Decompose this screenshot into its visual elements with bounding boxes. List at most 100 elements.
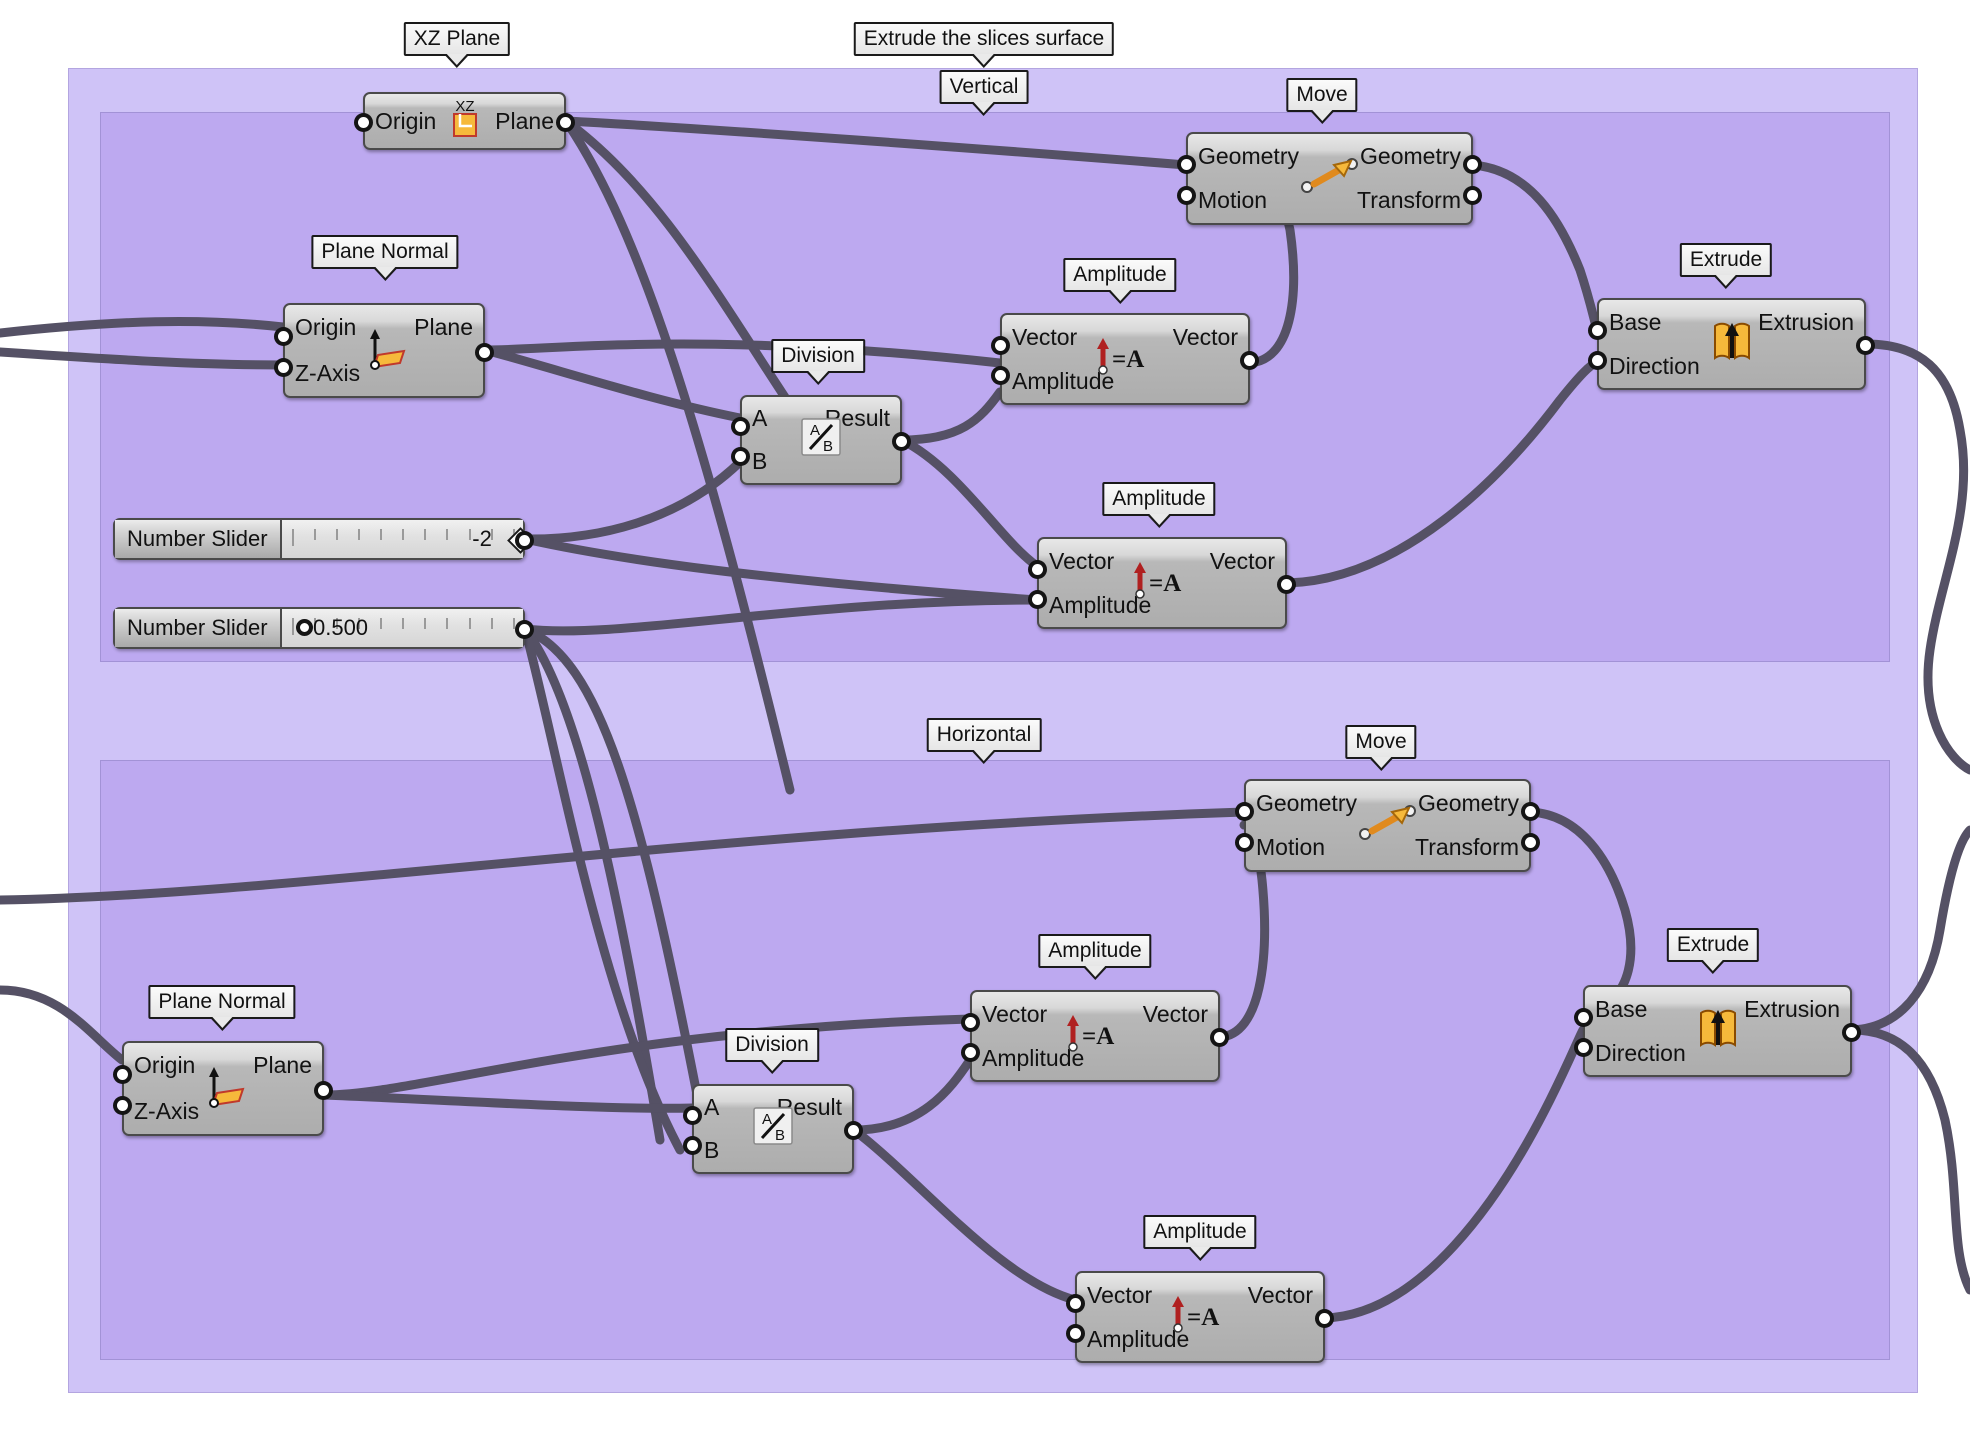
input-port[interactable] — [1066, 1293, 1085, 1313]
component-tag-amplitude-h1[interactable]: Amplitude — [1038, 934, 1152, 980]
component-extrude-bottom[interactable]: Base Extrusion Direction — [1574, 985, 1861, 1077]
tag-label: Vertical — [939, 70, 1029, 104]
input-port[interactable] — [113, 1064, 132, 1084]
svg-text:=A: =A — [1112, 346, 1144, 373]
component-tag-extrude-top[interactable]: Extrude — [1679, 243, 1773, 289]
tag-pointer — [443, 54, 470, 68]
input-port[interactable] — [1235, 802, 1254, 821]
component-tag-amplitude-h2[interactable]: Amplitude — [1143, 1215, 1257, 1261]
component-amplitude-v1[interactable]: Vector Vector Amplitude =A — [991, 313, 1259, 405]
input-port[interactable] — [1235, 833, 1254, 852]
output-port[interactable] — [1463, 186, 1482, 205]
input-label: Origin — [375, 107, 437, 134]
grasshopper-canvas[interactable]: Origin Plane XZ Origin Plane Z-Axis A Result… — [0, 0, 1970, 1448]
component-tag-plane-normal-bottom[interactable]: Plane Normal — [148, 985, 296, 1031]
input-port[interactable] — [274, 326, 293, 346]
output-port[interactable] — [1240, 351, 1259, 370]
component-tag-extrude-bottom[interactable]: Extrude — [1666, 928, 1760, 974]
input-port[interactable] — [991, 335, 1010, 355]
component-tag-xz-plane[interactable]: XZ Plane — [403, 22, 511, 68]
component-division-bottom[interactable]: A Result B A B — [683, 1084, 863, 1174]
component-tag-move-top[interactable]: Move — [1286, 78, 1358, 124]
component-tag-plane-normal-top[interactable]: Plane Normal — [311, 235, 459, 281]
output-port[interactable] — [892, 432, 911, 451]
output-port[interactable] — [1842, 1023, 1861, 1042]
input-port[interactable] — [1028, 559, 1047, 579]
component-amplitude-h2[interactable]: Vector Vector Amplitude =A — [1066, 1271, 1334, 1363]
move-icon — [1296, 154, 1364, 204]
svg-text:A: A — [762, 1111, 772, 1128]
component-tag-division-top[interactable]: Division — [771, 339, 865, 385]
component-xz-plane[interactable]: Origin Plane XZ — [354, 92, 575, 150]
input-port[interactable] — [1177, 186, 1196, 205]
component-tag-amplitude-v2[interactable]: Amplitude — [1102, 482, 1216, 528]
input-port[interactable] — [683, 1136, 702, 1155]
component-plane-normal-top[interactable]: Origin Plane Z-Axis — [274, 303, 494, 398]
component-tag-division-bottom[interactable]: Division — [725, 1028, 819, 1074]
slider-value: 0.500 — [312, 615, 369, 640]
component-tag-amplitude-v1[interactable]: Amplitude — [1063, 258, 1177, 304]
output-port[interactable] — [1856, 336, 1875, 355]
input-port[interactable] — [1177, 155, 1196, 174]
component-amplitude-h1[interactable]: Vector Vector Amplitude =A — [961, 990, 1229, 1082]
amplitude-icon: =A — [1094, 334, 1156, 384]
tag-label: XZ Plane — [403, 22, 511, 56]
output-port[interactable] — [556, 113, 575, 132]
group-tag-vertical[interactable]: Vertical — [939, 70, 1029, 116]
output-port[interactable] — [515, 531, 534, 550]
output-port[interactable] — [1463, 155, 1482, 174]
tag-label: Extrude — [1666, 928, 1760, 962]
tag-label: Plane Normal — [148, 985, 296, 1019]
group-tag-outer[interactable]: Extrude the slices surface — [853, 22, 1115, 68]
input-label: Geometry — [1198, 142, 1299, 169]
amplitude-icon: =A — [1169, 1292, 1231, 1342]
input-port[interactable] — [1574, 1007, 1593, 1027]
output-label: Vector — [1142, 1000, 1208, 1027]
tag-pointer — [1145, 514, 1172, 528]
slider-track[interactable]: -2 — [281, 520, 534, 558]
slider-handle[interactable] — [296, 619, 314, 636]
input-label: Vector — [982, 1000, 1048, 1027]
number-slider-slider-half[interactable]: Number Slider 0.500 — [113, 607, 534, 649]
input-label: B — [752, 448, 768, 474]
component-move-top[interactable]: Geometry Geometry Motion Transform — [1177, 132, 1482, 225]
output-port[interactable] — [1521, 802, 1540, 821]
tag-pointer — [208, 1017, 235, 1031]
input-label: Geometry — [1256, 789, 1357, 816]
input-port[interactable] — [1588, 320, 1607, 340]
component-tag-move-bottom[interactable]: Move — [1345, 725, 1417, 771]
input-label: Motion — [1198, 187, 1268, 214]
tag-pointer — [759, 1060, 785, 1074]
input-port[interactable] — [731, 447, 750, 466]
input-port[interactable] — [731, 417, 750, 436]
output-label: Geometry — [1360, 142, 1461, 169]
output-port[interactable] — [314, 1080, 333, 1100]
component-amplitude-v2[interactable]: Vector Vector Amplitude =A — [1028, 537, 1296, 629]
component-division-top[interactable]: A Result B A B — [731, 395, 911, 485]
slider-track[interactable]: 0.500 — [281, 609, 523, 647]
tag-label: Extrude — [1679, 243, 1773, 277]
input-port[interactable] — [961, 1012, 980, 1032]
component-extrude-top[interactable]: Base Extrusion Direction — [1588, 298, 1875, 390]
output-port[interactable] — [1315, 1309, 1334, 1328]
svg-text:A: A — [810, 422, 820, 439]
component-move-bottom[interactable]: Geometry Geometry Motion Transform — [1235, 779, 1540, 872]
input-label: Origin — [134, 1052, 196, 1079]
output-port[interactable] — [475, 342, 494, 362]
tag-pointer — [1367, 757, 1394, 771]
output-label: Vector — [1209, 547, 1275, 574]
component-plane-normal-bottom[interactable]: Origin Plane Z-Axis — [113, 1041, 333, 1136]
output-port[interactable] — [1277, 575, 1296, 594]
output-port[interactable] — [515, 620, 534, 639]
tag-label: Division — [771, 339, 865, 373]
tag-label: Extrude the slices surface — [853, 22, 1115, 56]
output-port[interactable] — [1210, 1028, 1229, 1047]
tag-label: Amplitude — [1038, 934, 1152, 968]
input-port[interactable] — [683, 1106, 702, 1125]
output-port[interactable] — [1521, 833, 1540, 852]
group-tag-horizontal[interactable]: Horizontal — [926, 718, 1042, 764]
output-port[interactable] — [844, 1121, 863, 1140]
input-port[interactable] — [354, 113, 373, 132]
svg-text:=A: =A — [1149, 570, 1181, 597]
number-slider-slider-minus2[interactable]: Number Slider -2 — [113, 518, 534, 560]
